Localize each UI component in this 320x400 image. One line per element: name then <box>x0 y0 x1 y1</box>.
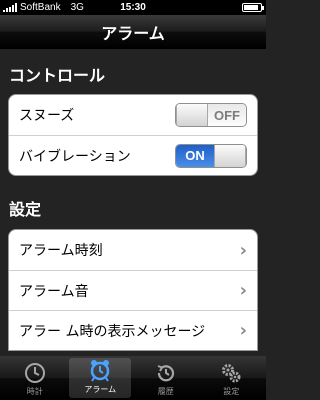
snooze-toggle[interactable]: OFF <box>175 103 247 127</box>
settings-item-label: アラー ム時の表示メッセージ <box>19 323 206 340</box>
vibration-label: バイブレーション <box>19 148 131 165</box>
alarm-clock-icon <box>91 360 110 382</box>
section-header-controls: コントロール <box>9 66 106 85</box>
tab-label: 時計 <box>26 387 43 396</box>
tab-label: アラーム <box>84 385 117 394</box>
section-header-settings: 設定 <box>9 200 42 219</box>
snooze-row: スヌーズ OFF <box>9 95 257 135</box>
toggle-state-label: ON <box>176 144 214 167</box>
toggle-state-label: OFF <box>208 104 246 126</box>
settings-item-label: アラーム時刻 <box>19 243 103 259</box>
chevron-right-icon: › <box>239 239 247 261</box>
toggle-knob <box>176 104 208 126</box>
tab-alarm[interactable]: アラーム <box>69 358 132 398</box>
status-time: 15:30 <box>120 2 146 13</box>
page-title: アラーム <box>101 23 165 43</box>
settings-item-label: アラーム音 <box>19 283 89 300</box>
settings-group: アラーム時刻 › アラーム音 › アラー ム時の表示メッセージ › <box>8 229 258 351</box>
vibration-row: バイブレーション ON <box>9 135 257 175</box>
tab-bar: 時計 アラーム 履歴 設定 <box>0 356 266 400</box>
snooze-label: スヌーズ <box>19 108 75 124</box>
chevron-right-icon: › <box>239 320 247 341</box>
chevron-right-icon: › <box>239 280 247 301</box>
tab-label: 履歴 <box>157 387 174 396</box>
battery-fill <box>244 5 259 10</box>
tab-history[interactable]: 履歴 <box>135 356 197 400</box>
history-icon <box>157 365 174 382</box>
vibration-toggle[interactable]: ON <box>175 143 247 168</box>
battery-icon <box>242 3 264 12</box>
gears-icon <box>222 364 241 383</box>
settings-item-alarm-sound[interactable]: アラーム音 › <box>9 270 257 310</box>
navigation-bar: アラーム <box>0 15 266 49</box>
tab-label: 設定 <box>223 387 240 396</box>
tab-settings[interactable]: 設定 <box>200 356 262 400</box>
controls-group: スヌーズ OFF バイブレーション ON <box>8 94 258 176</box>
settings-item-alarm-time[interactable]: アラーム時刻 › <box>9 230 257 270</box>
status-bar: SoftBank 3G 15:30 <box>0 0 266 15</box>
settings-item-alarm-message[interactable]: アラー ム時の表示メッセージ › <box>9 310 257 350</box>
tab-clock[interactable]: 時計 <box>4 356 66 400</box>
toggle-knob <box>214 144 246 167</box>
clock-icon <box>24 363 45 383</box>
